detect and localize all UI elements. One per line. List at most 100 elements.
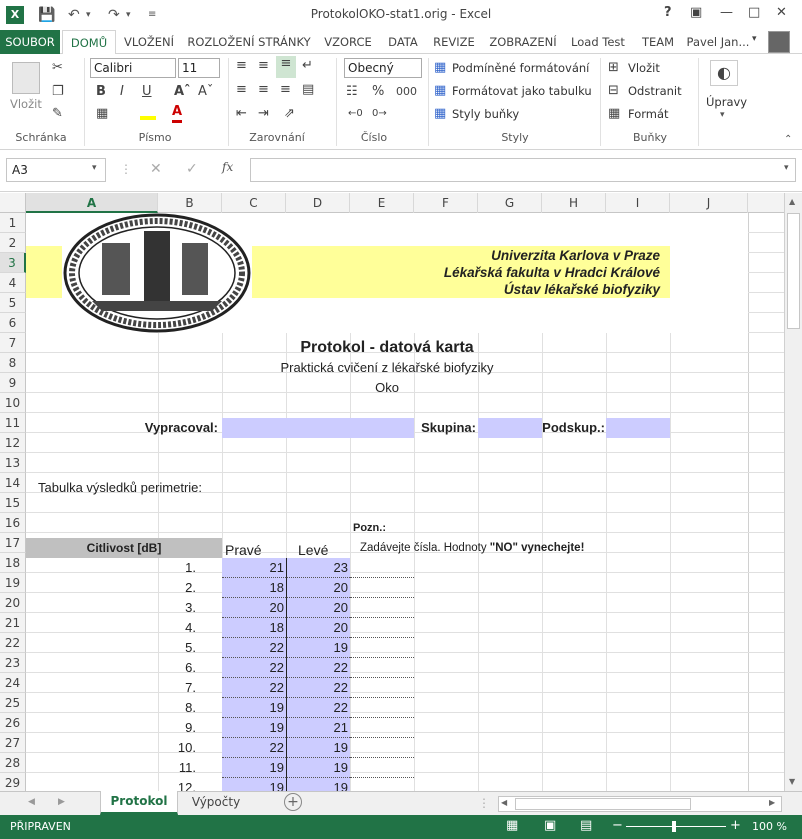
orientation-icon[interactable]: ⇗ [284, 106, 295, 122]
percent-button[interactable]: % [372, 84, 384, 100]
left-eye-value[interactable]: 19 [286, 758, 350, 778]
left-eye-value[interactable]: 22 [286, 678, 350, 698]
note-cell[interactable] [350, 558, 414, 578]
tab-load-test[interactable]: Load Test [566, 30, 630, 54]
left-eye-value[interactable]: 20 [286, 578, 350, 598]
align-middle-icon[interactable]: ≡ [258, 58, 269, 74]
horizontal-scroll-thumb[interactable] [515, 798, 691, 810]
horizontal-scrollbar[interactable]: ◀ ▶ [498, 796, 782, 812]
right-eye-value[interactable]: 18 [222, 578, 286, 598]
row-header-8[interactable]: 8 [0, 353, 26, 373]
left-eye-value[interactable]: 21 [286, 718, 350, 738]
row-header-29[interactable]: 29 [0, 773, 26, 793]
conditional-formatting-icon[interactable]: ▦ [434, 60, 446, 76]
row-header-19[interactable]: 19 [0, 573, 26, 593]
right-eye-value[interactable]: 19 [222, 698, 286, 718]
ribbon-display-icon[interactable]: ▣ [690, 5, 702, 20]
row-header-28[interactable]: 28 [0, 753, 26, 773]
tab-team[interactable]: TEAM [636, 30, 680, 54]
tab-home[interactable]: DOMŮ [62, 30, 116, 55]
note-cell[interactable] [350, 698, 414, 718]
author-input[interactable] [222, 418, 414, 438]
minimize-icon[interactable]: — [720, 5, 733, 20]
sheet-tab-protokol[interactable]: Protokol [100, 791, 178, 815]
increase-decimal-icon[interactable]: ←0 [348, 106, 363, 122]
column-header-g[interactable]: G [478, 193, 542, 213]
align-right-icon[interactable]: ≡ [280, 82, 291, 98]
row-header-2[interactable]: 2 [0, 233, 26, 253]
tab-data[interactable]: DATA [382, 30, 424, 54]
avatar[interactable] [768, 31, 790, 53]
tab-insert[interactable]: VLOŽENÍ [120, 30, 178, 54]
row-header-16[interactable]: 16 [0, 513, 26, 533]
expand-formula-icon[interactable]: ▾ [784, 163, 789, 173]
vertical-scrollbar[interactable]: ▲ ▼ [784, 193, 802, 791]
right-eye-value[interactable]: 21 [222, 558, 286, 578]
tab-review[interactable]: REVIZE [430, 30, 478, 54]
row-header-9[interactable]: 9 [0, 373, 26, 393]
column-header-d[interactable]: D [286, 193, 350, 213]
font-grow-icon[interactable]: Aˆ [174, 84, 191, 100]
note-cell[interactable] [350, 678, 414, 698]
merge-center-icon[interactable]: ▤ [302, 82, 314, 98]
note-cell[interactable] [350, 598, 414, 618]
cancel-icon[interactable]: ✕ [150, 161, 162, 177]
format-cells-button[interactable]: Formát [628, 106, 669, 122]
right-eye-value[interactable]: 22 [222, 658, 286, 678]
row-header-3[interactable]: 3 [0, 253, 26, 273]
bold-button[interactable]: B [96, 84, 106, 100]
note-cell[interactable] [350, 738, 414, 758]
fill-color-icon[interactable] [140, 106, 156, 120]
group-input[interactable] [478, 418, 542, 438]
paste-icon[interactable] [12, 62, 40, 94]
row-header-21[interactable]: 21 [0, 613, 26, 633]
increase-indent-icon[interactable]: ⇥ [258, 106, 269, 122]
cell-styles-icon[interactable]: ▦ [434, 106, 446, 122]
zoom-slider[interactable] [626, 826, 726, 827]
decrease-indent-icon[interactable]: ⇤ [236, 106, 247, 122]
name-box-dropdown-icon[interactable]: ▾ [92, 163, 97, 173]
format-as-table-icon[interactable]: ▦ [434, 83, 446, 99]
right-eye-value[interactable]: 19 [222, 778, 286, 791]
scroll-left-icon[interactable]: ◀ [501, 798, 507, 807]
row-header-1[interactable]: 1 [0, 213, 26, 233]
decrease-decimal-icon[interactable]: 0→ [372, 106, 387, 122]
zoom-slider-handle[interactable] [672, 821, 676, 832]
column-header-h[interactable]: H [542, 193, 606, 213]
row-header-17[interactable]: 17 [0, 533, 26, 553]
conditional-formatting-button[interactable]: Podmíněné formátování [452, 60, 589, 76]
left-eye-value[interactable]: 19 [286, 778, 350, 791]
row-header-7[interactable]: 7 [0, 333, 26, 353]
cell-styles-button[interactable]: Styly buňky [452, 106, 519, 122]
note-cell[interactable] [350, 778, 414, 791]
insert-cells-button[interactable]: Vložit [628, 60, 660, 76]
right-eye-value[interactable]: 22 [222, 638, 286, 658]
column-header-i[interactable]: I [606, 193, 670, 213]
column-header-j[interactable]: J [670, 193, 748, 213]
sheet-tab-vypocty[interactable]: Výpočty [180, 792, 252, 814]
zoom-out-icon[interactable]: − [612, 818, 623, 833]
binoculars-icon[interactable]: ◐ [710, 60, 738, 86]
name-box[interactable]: A3 [6, 158, 106, 182]
right-eye-value[interactable]: 19 [222, 758, 286, 778]
row-header-10[interactable]: 10 [0, 393, 26, 413]
italic-button[interactable]: I [120, 84, 124, 100]
scroll-up-icon[interactable]: ▲ [789, 197, 795, 206]
page-layout-view-icon[interactable]: ▣ [544, 818, 556, 833]
right-eye-value[interactable]: 18 [222, 618, 286, 638]
page-break-view-icon[interactable]: ▤ [580, 818, 592, 833]
close-icon[interactable]: ✕ [776, 5, 787, 20]
zoom-in-icon[interactable]: + [730, 818, 741, 833]
align-top-icon[interactable]: ≡ [236, 58, 247, 74]
note-cell[interactable] [350, 718, 414, 738]
formula-input[interactable] [250, 158, 796, 182]
help-icon[interactable]: ? [664, 5, 672, 20]
paste-button[interactable]: Vložit [10, 96, 42, 112]
tab-view[interactable]: ZOBRAZENÍ [486, 30, 560, 54]
row-header-24[interactable]: 24 [0, 673, 26, 693]
tab-page-layout[interactable]: ROZLOŽENÍ STRÁNKY [186, 30, 312, 54]
column-header-c[interactable]: C [222, 193, 286, 213]
user-name[interactable]: Pavel Jan... [686, 30, 750, 54]
row-header-13[interactable]: 13 [0, 453, 26, 473]
underline-button[interactable]: U [142, 84, 152, 100]
